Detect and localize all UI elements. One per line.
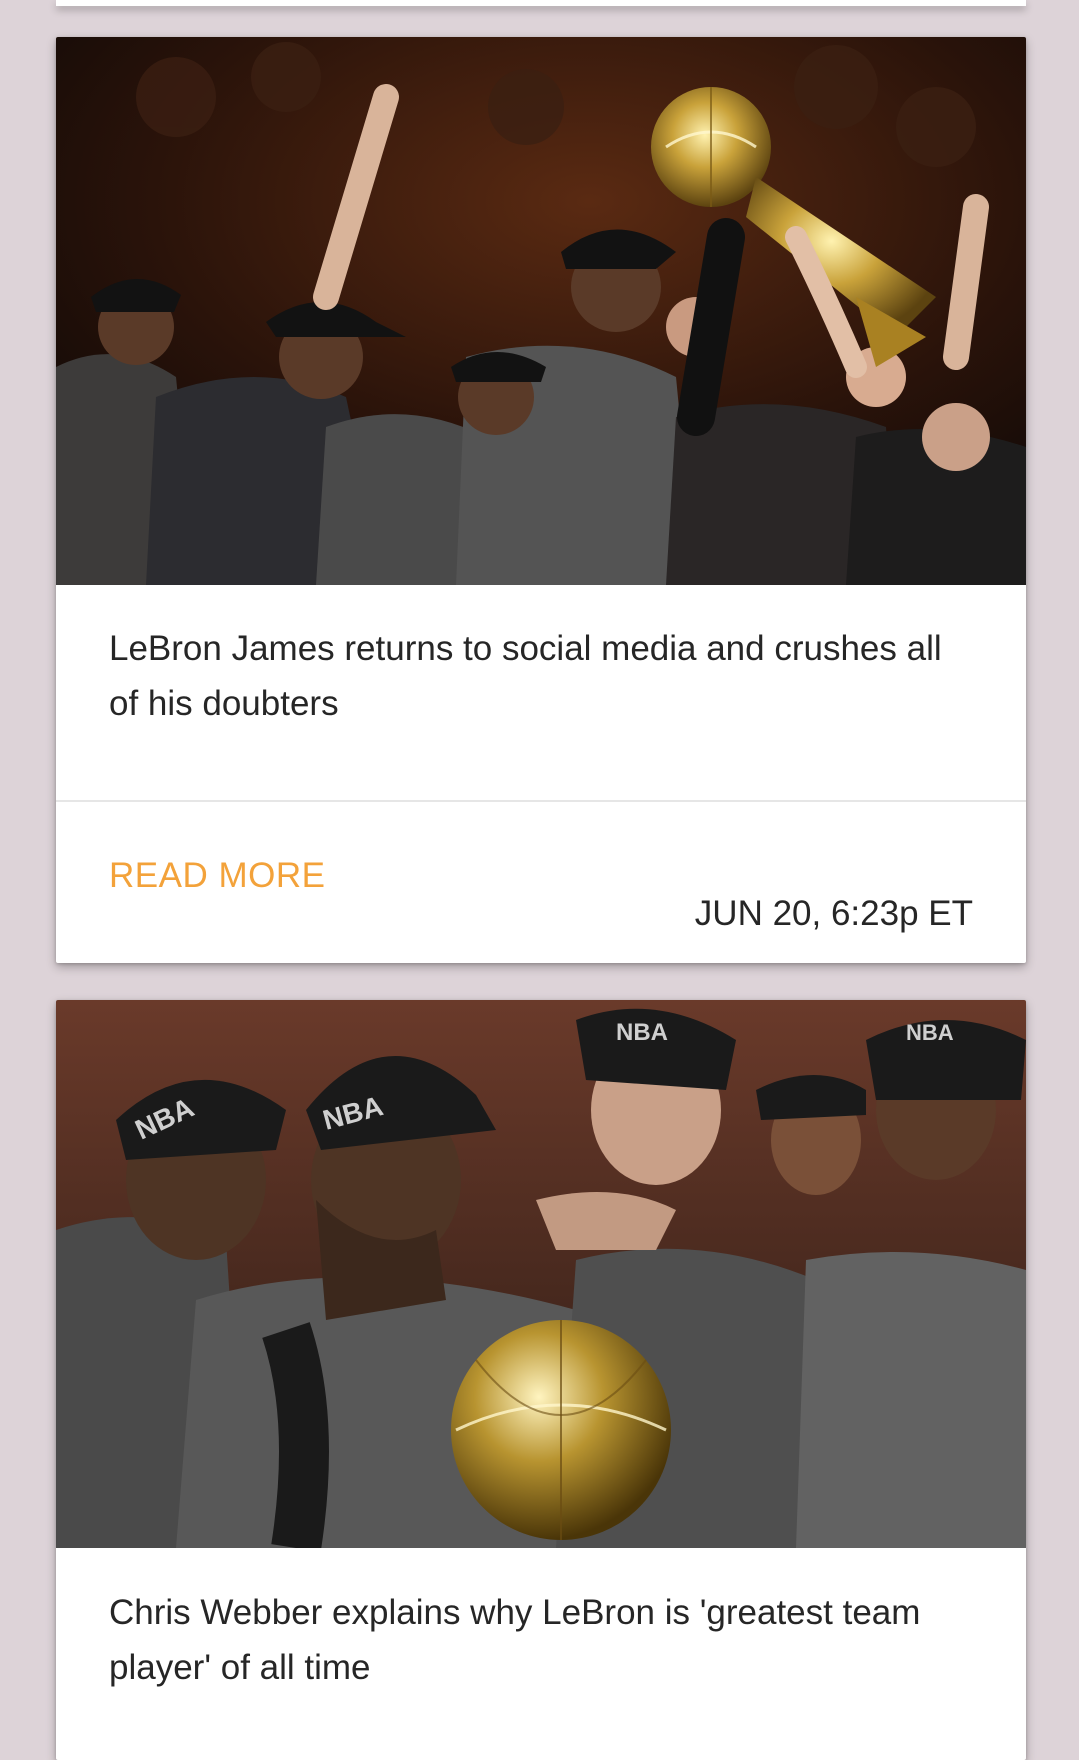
- emotional-celebration-photo: NBA NBA NBA NBA: [56, 1000, 1026, 1548]
- previous-card-edge: [56, 0, 1026, 6]
- news-card[interactable]: LeBron James returns to social media and…: [56, 37, 1026, 963]
- trophy-celebration-photo: [56, 37, 1026, 585]
- news-card-title[interactable]: LeBron James returns to social media and…: [56, 585, 1026, 800]
- svg-text:NBA: NBA: [906, 1020, 954, 1045]
- news-card-footer: READ MORE JUN 20, 6:23p ET: [56, 802, 1026, 961]
- news-card[interactable]: NBA NBA NBA NBA Chris Webber explains wh…: [56, 1000, 1026, 1760]
- svg-text:NBA: NBA: [616, 1019, 668, 1046]
- news-card-title[interactable]: Chris Webber explains why LeBron is 'gre…: [56, 1548, 1026, 1695]
- timestamp: JUN 20, 6:23p ET: [694, 894, 973, 933]
- news-card-image[interactable]: [56, 37, 1026, 585]
- read-more-button[interactable]: READ MORE: [109, 856, 325, 896]
- news-card-image[interactable]: NBA NBA NBA NBA: [56, 1000, 1026, 1548]
